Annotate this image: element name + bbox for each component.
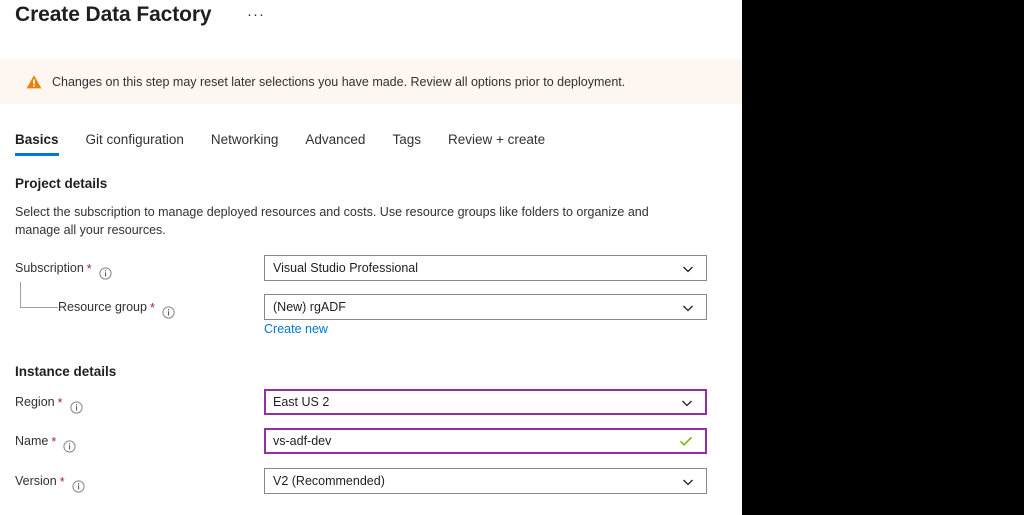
name-row: Name * vs-adf-dev xyxy=(0,428,742,454)
tab-basics[interactable]: Basics xyxy=(15,132,59,156)
version-dropdown[interactable]: V2 (Recommended) xyxy=(264,468,707,494)
create-new-resource-group-link[interactable]: Create new xyxy=(264,321,328,337)
project-details-description: Select the subscription to manage deploy… xyxy=(15,205,649,237)
region-label: Region * xyxy=(15,389,83,415)
version-label: Version * xyxy=(15,468,85,494)
subscription-value: Visual Studio Professional xyxy=(273,261,418,275)
required-marker: * xyxy=(57,396,63,410)
more-options-icon[interactable]: ··· xyxy=(245,4,267,26)
required-marker: * xyxy=(149,301,155,315)
subscription-label-text: Subscription xyxy=(15,261,84,275)
create-data-factory-blade: Create Data Factory ··· Changes on this … xyxy=(0,0,742,515)
name-value: vs-adf-dev xyxy=(273,434,332,448)
subscription-dropdown[interactable]: Visual Studio Professional xyxy=(264,255,707,281)
info-circle-icon[interactable] xyxy=(162,302,175,319)
version-label-text: Version xyxy=(15,474,57,488)
required-marker: * xyxy=(51,435,57,449)
checkmark-icon xyxy=(679,434,693,448)
required-marker: * xyxy=(86,262,92,276)
version-row: Version * V2 (Recommended) xyxy=(0,468,742,494)
tab-advanced[interactable]: Advanced xyxy=(305,132,365,156)
tab-git-configuration[interactable]: Git configuration xyxy=(86,132,184,156)
info-circle-icon[interactable] xyxy=(71,476,85,493)
region-value: East US 2 xyxy=(273,395,330,409)
project-details-heading: Project details xyxy=(15,176,108,191)
name-label-text: Name xyxy=(15,434,49,448)
region-label-text: Region xyxy=(15,395,55,409)
required-marker: * xyxy=(59,475,65,489)
warning-message: Changes on this step may reset later sel… xyxy=(52,74,626,89)
info-circle-icon[interactable] xyxy=(63,436,76,453)
name-input[interactable]: vs-adf-dev xyxy=(264,428,707,454)
resource-group-label-text: Resource group xyxy=(58,300,147,314)
chevron-down-icon xyxy=(682,262,694,274)
resource-group-value: (New) rgADF xyxy=(273,300,346,314)
subscription-label: Subscription * xyxy=(15,255,112,281)
info-circle-icon[interactable] xyxy=(99,263,112,280)
instance-details-heading: Instance details xyxy=(15,364,117,379)
tab-review-create[interactable]: Review + create xyxy=(448,132,545,156)
name-label: Name * xyxy=(15,428,76,454)
resource-group-dropdown[interactable]: (New) rgADF xyxy=(264,294,707,320)
resource-group-label: Resource group * xyxy=(58,294,175,320)
info-circle-icon[interactable] xyxy=(69,397,83,414)
tab-networking[interactable]: Networking xyxy=(211,132,279,156)
warning-banner: Changes on this step may reset later sel… xyxy=(0,59,742,104)
chevron-down-icon xyxy=(682,301,694,313)
chevron-down-icon xyxy=(682,475,694,487)
page-title: Create Data Factory xyxy=(15,3,212,26)
resource-group-row: Resource group * (New) rgADF xyxy=(0,294,742,320)
subscription-row: Subscription * Visual Studio Professiona… xyxy=(0,255,742,281)
blade-header: Create Data Factory ··· xyxy=(0,0,742,50)
version-value: V2 (Recommended) xyxy=(273,474,385,488)
wizard-tabs: Basics Git configuration Networking Adva… xyxy=(15,132,545,160)
chevron-down-icon xyxy=(681,396,693,408)
warning-triangle-icon xyxy=(26,74,42,90)
region-dropdown[interactable]: East US 2 xyxy=(264,389,707,415)
tab-tags[interactable]: Tags xyxy=(392,132,421,156)
region-row: Region * East US 2 xyxy=(0,389,742,415)
